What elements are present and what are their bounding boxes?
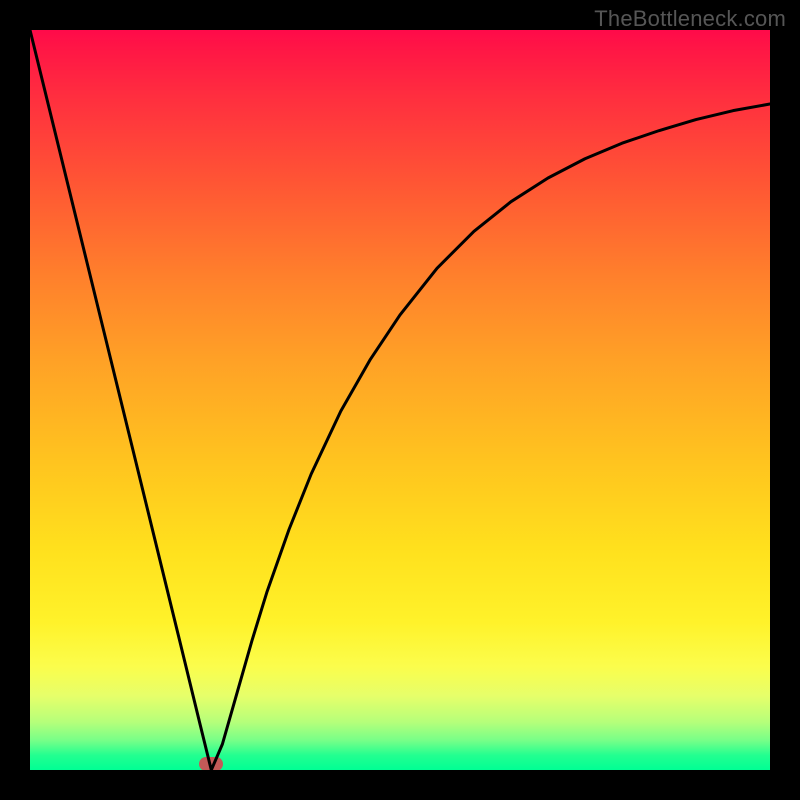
bottleneck-curve — [30, 30, 770, 770]
curve-path — [30, 30, 770, 770]
chart-frame: TheBottleneck.com — [0, 0, 800, 800]
plot-area — [30, 30, 770, 770]
watermark-text: TheBottleneck.com — [594, 6, 786, 32]
